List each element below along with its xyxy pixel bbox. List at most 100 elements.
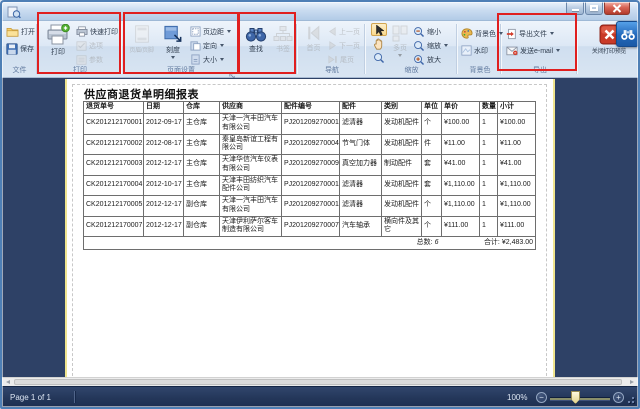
scrollbar-thumb[interactable] xyxy=(14,379,622,385)
summary-count-value: 6 xyxy=(435,239,439,246)
orientation-button[interactable]: 定向 xyxy=(190,39,224,52)
table-cell: 件 xyxy=(422,134,442,155)
prev-page-icon xyxy=(328,27,337,36)
last-page-label: 尾页 xyxy=(340,55,354,65)
table-cell: ¥111.00 xyxy=(442,216,480,237)
save-button[interactable]: 保存 xyxy=(6,42,34,55)
zoom-slider-track[interactable] xyxy=(550,397,610,400)
ribbon-toolbar: 打开 保存 文件 打印 xyxy=(2,21,638,78)
horizontal-scrollbar[interactable] xyxy=(2,377,638,386)
table-header-row: 退货单号日期仓库供应商配件编号配件类别单位单价数量小计 xyxy=(84,102,536,114)
summary-total-label: 合计: xyxy=(484,239,500,246)
scroll-left-icon[interactable] xyxy=(6,380,10,384)
table-cell: 1 xyxy=(480,155,498,176)
group-label-print: 打印 xyxy=(40,65,120,75)
first-page-button: 首页 xyxy=(301,23,326,67)
maximize-button[interactable] xyxy=(585,2,603,15)
table-cell: 发动机配件 xyxy=(382,114,422,135)
table-cell: ¥1,110.00 xyxy=(498,175,536,196)
scale-label: 刻度 xyxy=(160,45,186,55)
table-cell: 天津华信汽车仪表有限公司 xyxy=(220,155,282,176)
report-page[interactable]: 供应商退货单明细报表 退货单号日期仓库供应商配件编号配件类别单位单价数量小计 C… xyxy=(67,79,553,377)
group-label-zoom: 缩放 xyxy=(368,65,455,75)
header-footer-label: 页眉/页脚 xyxy=(125,45,158,54)
background-color-button[interactable]: 背景色 xyxy=(461,27,503,40)
open-button[interactable]: 打开 xyxy=(6,25,35,38)
params-label: 参数 xyxy=(89,55,103,65)
quick-print-button[interactable]: 快速打印 xyxy=(76,25,118,38)
watermark-label: 水印 xyxy=(474,46,488,56)
minimize-button[interactable] xyxy=(566,2,584,15)
close-preview-label: 关闭打印预览 xyxy=(580,46,638,55)
column-header: 数量 xyxy=(480,102,498,114)
table-cell: 主仓库 xyxy=(184,175,220,196)
margins-icon xyxy=(190,26,201,37)
last-page-icon xyxy=(328,55,338,64)
zoom-in-slider-button[interactable]: + xyxy=(613,392,624,403)
group-label-page-setup: 页面设置 xyxy=(124,65,238,75)
preview-canvas[interactable]: 供应商退货单明细报表 退货单号日期仓库供应商配件编号配件类别单位单价数量小计 C… xyxy=(2,78,638,377)
group-navigation: 首页 上一页 下一页 尾页 导航 xyxy=(300,23,364,75)
table-cell: 秦皇岛新谊工程有限公司 xyxy=(220,134,282,155)
close-window-button[interactable] xyxy=(604,2,630,15)
table-cell: 个 xyxy=(422,114,442,135)
table-row: CK2012121700042012-10-17主仓库天津丰田纺织汽车配件公司P… xyxy=(84,175,536,196)
multi-page-label: 多页 xyxy=(389,43,411,53)
find-badge-binoculars-icon xyxy=(620,28,636,41)
print-button[interactable]: 打印 xyxy=(43,23,73,67)
zoom-in-label: 放大 xyxy=(427,55,441,65)
group-export: 导出文件 发送e-mail 导出 xyxy=(504,23,576,75)
multi-page-icon xyxy=(391,24,409,42)
table-cell: PJ201209270004 xyxy=(282,134,340,155)
prev-page-button: 上一页 xyxy=(328,25,360,38)
print-preview-window: 打开 保存 文件 打印 xyxy=(0,0,640,409)
table-cell: PJ201209270001 xyxy=(282,114,340,135)
table-cell: ¥100.00 xyxy=(442,114,480,135)
table-cell: 横向件及其它 xyxy=(382,216,422,237)
zoom-out-button[interactable]: 缩小 xyxy=(413,25,441,38)
scroll-right-icon[interactable] xyxy=(630,380,634,384)
margins-caret-icon xyxy=(227,30,231,33)
group-label-file: 文件 xyxy=(3,65,36,75)
group-file: 打开 保存 文件 xyxy=(3,23,36,75)
scale-button[interactable]: 刻度 xyxy=(160,23,186,67)
table-cell: 1 xyxy=(480,175,498,196)
scale-caret-icon xyxy=(171,56,175,59)
table-cell: 1 xyxy=(480,196,498,217)
column-header: 日期 xyxy=(144,102,184,114)
resize-grip[interactable] xyxy=(624,393,634,403)
zoom-button[interactable]: 缩放 xyxy=(413,39,448,52)
zoom-slider-thumb[interactable] xyxy=(571,391,580,404)
header-footer-icon xyxy=(132,24,152,44)
watermark-button[interactable]: 水印 xyxy=(461,44,488,57)
table-cell: 副仓库 xyxy=(184,196,220,217)
find-button[interactable]: 查找 xyxy=(243,23,269,67)
first-page-label: 首页 xyxy=(301,43,326,53)
table-cell: 发动机配件 xyxy=(382,196,422,217)
next-page-label: 下一页 xyxy=(339,41,360,51)
margins-button[interactable]: 页边距 xyxy=(190,25,231,38)
table-cell: 1 xyxy=(480,114,498,135)
table-cell: ¥1,110.00 xyxy=(442,196,480,217)
table-cell: ¥41.00 xyxy=(498,155,536,176)
table-cell: PJ201209270007 xyxy=(282,216,340,237)
bookmark-label: 书签 xyxy=(271,44,295,54)
send-email-button[interactable]: 发送e-mail xyxy=(506,44,560,57)
export-file-button[interactable]: 导出文件 xyxy=(506,27,554,40)
table-cell: 个 xyxy=(422,216,442,237)
table-cell: CK201212170007 xyxy=(84,216,144,237)
zoom-out-slider-button[interactable]: − xyxy=(536,392,547,403)
table-cell: ¥111.00 xyxy=(498,216,536,237)
hand-tool[interactable] xyxy=(371,37,387,50)
table-cell: 天津一汽丰田汽车有限公司 xyxy=(220,114,282,135)
multi-page-button: 多页 xyxy=(389,23,411,67)
group-page-setup: 页眉/页脚 刻度 页边距 定向 大小 页面设置 xyxy=(124,23,238,75)
prev-page-label: 上一页 xyxy=(339,27,360,37)
mouse-pointer-tool[interactable] xyxy=(371,23,387,36)
print-label: 打印 xyxy=(43,47,73,57)
table-cell: 套 xyxy=(422,175,442,196)
zoom-in-icon xyxy=(413,54,425,66)
magnifier-tool[interactable] xyxy=(371,51,387,64)
send-email-caret-icon xyxy=(556,49,560,52)
size-icon xyxy=(190,54,201,65)
